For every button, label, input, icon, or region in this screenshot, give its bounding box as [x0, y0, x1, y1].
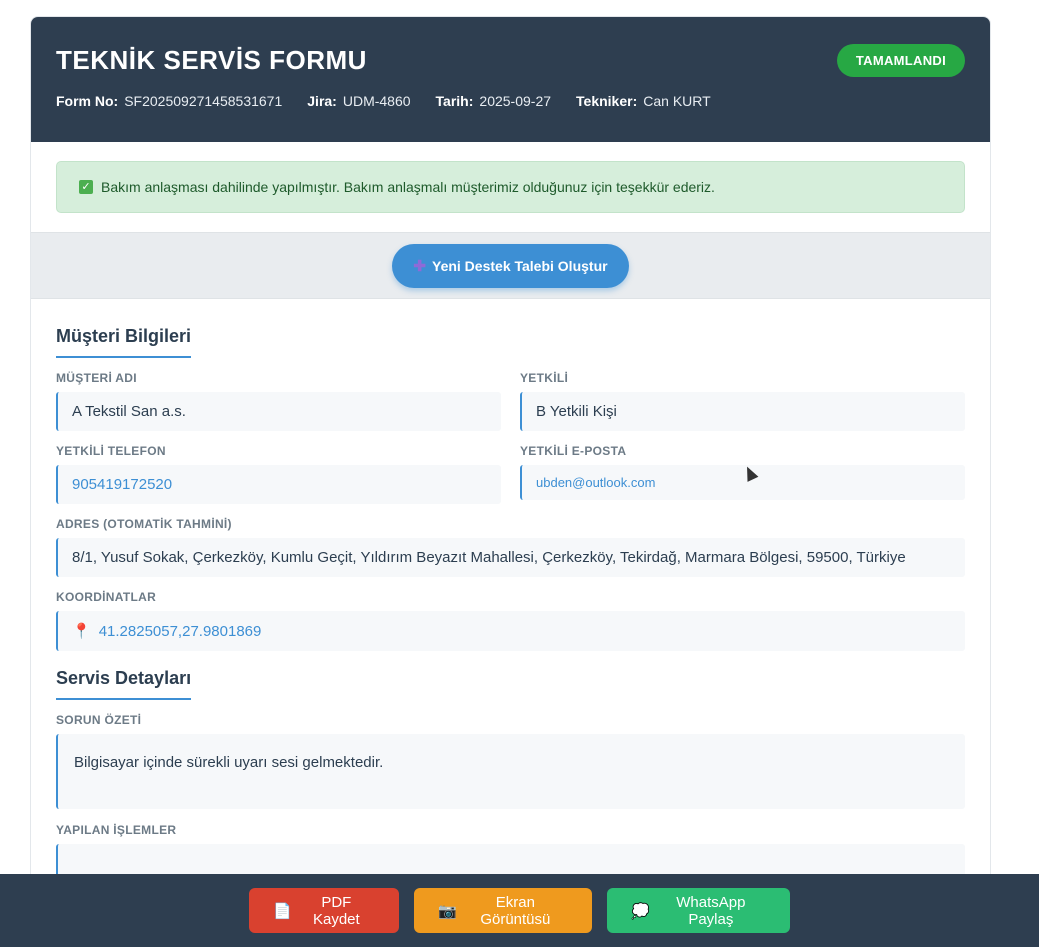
problem-label: SORUN ÖZETİ: [56, 713, 142, 727]
customer-section-title: Müşteri Bilgileri: [56, 326, 192, 358]
meta-form-no: Form No: SF202509271458531671: [56, 93, 283, 109]
document-icon: 📄: [273, 902, 292, 920]
form-meta: Form No: SF202509271458531671 Jira: UDM-48…: [56, 93, 965, 109]
sparkle-icon: ✚: [413, 257, 426, 275]
coordinates-link[interactable]: 📍 41.2825057,27.9801869: [56, 611, 965, 651]
map-pin-icon: 📍: [72, 623, 91, 640]
address-value: 8/1, Yusuf Sokak, Çerkezköy, Kumlu Geçit…: [56, 538, 965, 577]
phone-link[interactable]: 905419172520: [56, 465, 501, 504]
footer-toolbar: 📄 PDF Kaydet 📷 Ekran Görüntüsü 💭 WhatsApp P…: [0, 874, 1039, 947]
status-badge: TAMAMLANDI: [836, 44, 965, 77]
phone-label: YETKİLİ TELEFON: [56, 444, 166, 458]
action-bar: ✚ Yeni Destek Talebi Oluştur: [31, 232, 990, 299]
customer-name-value: A Tekstil San a.s.: [56, 392, 501, 431]
meta-jira: Jira: UDM-4860: [307, 93, 411, 109]
notice-text: Bakım anlaşması dahilinde yapılmıştır. B…: [101, 179, 715, 195]
check-box-icon: ✓: [79, 180, 93, 194]
meta-technician: Tekniker: Can KURT: [576, 93, 711, 109]
meta-date: Tarih: 2025-09-27: [435, 93, 552, 109]
camera-icon: 📷: [438, 902, 457, 920]
page-title: TEKNİK SERVİS FORMU: [56, 45, 367, 75]
address-label: ADRES (OTOMATİK TAHMİNİ): [56, 517, 232, 531]
contact-label: YETKİLİ: [520, 371, 569, 385]
customer-name-label: MÜŞTERİ ADI: [56, 371, 137, 385]
coordinates-label: KOORDİNATLAR: [56, 590, 157, 604]
new-support-ticket-button[interactable]: ✚ Yeni Destek Talebi Oluştur: [392, 243, 629, 288]
service-section-title: Servis Detayları: [56, 668, 192, 700]
chat-bubble-icon: 💭: [631, 902, 650, 920]
actions-label: YAPILAN İŞLEMLER: [56, 823, 177, 837]
contact-value: B Yetkili Kişi: [520, 392, 965, 431]
maintenance-notice: ✓ Bakım anlaşması dahilinde yapılmıştır.…: [56, 161, 965, 213]
service-form-card: TEKNİK SERVİS FORMU TAMAMLANDI Form No: S…: [30, 16, 991, 947]
save-pdf-button[interactable]: 📄 PDF Kaydet: [249, 888, 399, 933]
problem-summary: Bilgisayar içinde sürekli uyarı sesi gel…: [56, 734, 965, 809]
whatsapp-share-button[interactable]: 💭 WhatsApp Paylaş: [607, 888, 790, 933]
form-header: TEKNİK SERVİS FORMU TAMAMLANDI Form No: S…: [31, 17, 990, 142]
email-label: YETKİLİ E-POSTA: [520, 444, 627, 458]
screenshot-button[interactable]: 📷 Ekran Görüntüsü: [414, 888, 592, 933]
